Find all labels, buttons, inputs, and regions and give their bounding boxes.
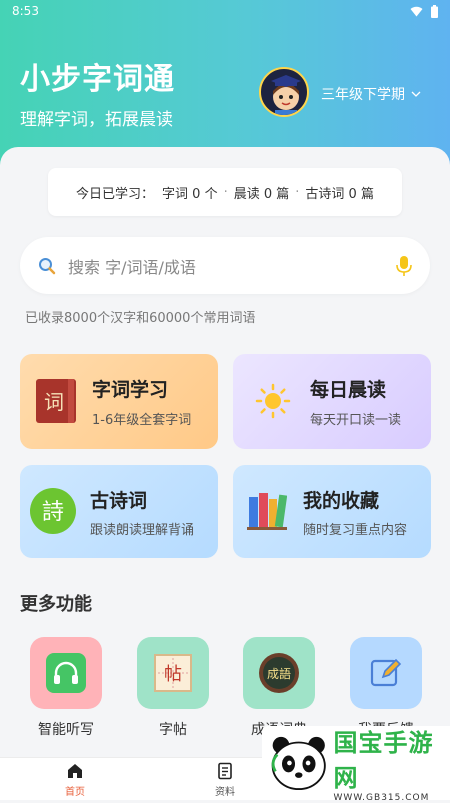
card-ancient-poems[interactable]: 詩 古诗词 跟读朗读理解背诵	[20, 465, 218, 558]
copybook-icon: 帖	[154, 654, 192, 692]
today-poems: 古诗词 0 篇	[305, 186, 374, 202]
tab-materials[interactable]: 资料	[195, 762, 255, 798]
today-reading: 晨读 0 篇	[233, 186, 290, 202]
card-morning-reading[interactable]: 每日晨读 每天开口读一读	[233, 354, 431, 449]
watermark-brand: 国宝手游网	[333, 729, 434, 792]
card-word-study[interactable]: 词 字词学习 1-6年级全套字词	[20, 354, 218, 449]
headphones-icon	[46, 653, 86, 693]
function-label: 字帖	[159, 722, 187, 738]
card-my-favorites[interactable]: 我的收藏 随时复习重点内容	[233, 465, 431, 558]
card-title: 古诗词	[90, 490, 148, 512]
svg-text:詩: 詩	[42, 500, 64, 525]
document-icon	[218, 762, 232, 780]
sun-icon	[255, 383, 291, 419]
today-summary: 今日已学习： 字词 0 个 · 晨读 0 篇 · 古诗词 0 篇	[48, 168, 402, 216]
grade-selector[interactable]: 三年级下学期	[321, 84, 421, 104]
card-desc: 跟读朗读理解背诵	[90, 523, 195, 538]
tab-label: 资料	[215, 787, 235, 798]
svg-text:词: 词	[44, 390, 64, 414]
ci-book-icon: 词	[34, 377, 80, 425]
svg-text:成語: 成語	[267, 666, 291, 681]
idiom-icon: 成語	[258, 652, 300, 694]
today-label: 今日已学习：	[76, 186, 155, 202]
chevron-down-icon	[411, 91, 421, 97]
tab-home[interactable]: 首页	[45, 762, 105, 798]
search-bar[interactable]: 搜索 字/词语/成语	[20, 237, 430, 294]
separator-dot: ·	[223, 184, 228, 200]
card-desc: 随时复习重点内容	[303, 523, 408, 538]
watermark: 国宝手游网 WWW.GB315.COM	[262, 726, 450, 803]
card-title: 字词学习	[92, 379, 169, 401]
more-features-title: 更多功能	[20, 594, 92, 615]
today-words: 字词 0 个	[162, 186, 218, 202]
student-avatar-icon	[271, 75, 301, 115]
wifi-icon	[410, 6, 423, 17]
card-desc: 1-6年级全套字词	[92, 413, 192, 428]
idiom-dictionary-button[interactable]: 成語	[243, 637, 315, 709]
grade-label: 三年级下学期	[321, 87, 405, 103]
watermark-url: WWW.GB315.COM	[333, 793, 430, 803]
shi-seal-icon: 詩	[29, 487, 77, 535]
card-title: 我的收藏	[303, 490, 380, 512]
dictation-button[interactable]	[30, 637, 102, 709]
panda-logo-icon	[271, 736, 326, 791]
record-note: 已收录8000个汉字和60000个常用词语	[25, 311, 256, 326]
status-bar: 8:53	[0, 0, 450, 22]
books-icon	[247, 489, 288, 531]
function-label: 智能听写	[38, 722, 94, 738]
card-desc: 每天开口读一读	[310, 413, 402, 428]
app-title: 小步字词通	[20, 62, 175, 97]
card-title: 每日晨读	[310, 379, 387, 401]
battery-icon	[431, 5, 438, 18]
microphone-icon[interactable]	[396, 255, 412, 277]
home-icon	[68, 764, 82, 778]
svg-text:帖: 帖	[164, 664, 182, 685]
separator-dot: ·	[295, 184, 300, 200]
search-input[interactable]: 搜索 字/词语/成语	[68, 254, 396, 278]
copybook-button[interactable]: 帖	[137, 637, 209, 709]
status-time: 8:53	[12, 4, 39, 18]
search-icon	[39, 257, 56, 274]
feedback-button[interactable]	[350, 637, 422, 709]
avatar[interactable]	[259, 67, 309, 117]
tab-label: 首页	[65, 787, 85, 798]
edit-icon	[368, 655, 404, 691]
app-subtitle: 理解字词，拓展晨读	[20, 110, 173, 130]
